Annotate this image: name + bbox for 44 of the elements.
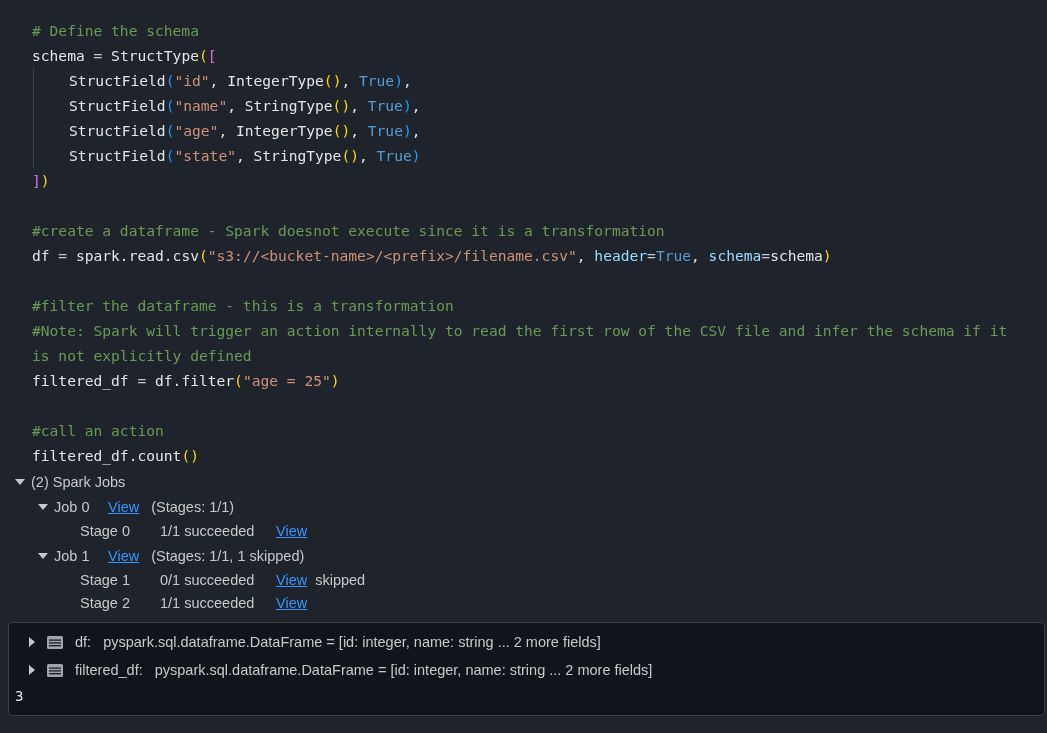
job-summary: (Stages: 1/1) (151, 499, 235, 515)
job-summary: (Stages: 1/1, 1 skipped) (151, 548, 305, 564)
variable-type: pyspark.sql.dataframe.DataFrame = [id: integer, name: string ... 2 more fields] (103, 634, 601, 650)
table-icon (47, 663, 63, 677)
stage-name: Stage 1 (80, 571, 131, 588)
code-line: #call an action (32, 421, 164, 441)
code-line: #create a dataframe - Spark doesnot execute since it is a transformation (32, 221, 665, 241)
view-link[interactable]: View (276, 571, 308, 588)
stage-status: 1/1 succeeded (160, 594, 256, 611)
caret-icon[interactable] (29, 637, 35, 647)
code-line: filtered_df.count() (32, 446, 199, 467)
table-icon (47, 635, 63, 649)
code-line: df = spark.read.csv("s3://<bucket-name>/<prefix>/filename.csv", header=True, schema=schema) (32, 246, 832, 266)
code-line: #filter the dataframe - this is a transformation (32, 296, 454, 316)
caret-icon[interactable] (38, 553, 48, 559)
result-value: 3 (14, 688, 25, 704)
code-line: StructField("state", StringType(), True) (33, 143, 421, 168)
code-line: schema = StructType([ (32, 46, 217, 66)
view-link[interactable]: View (276, 522, 308, 539)
code-line: is not explicitly defined (32, 346, 252, 366)
caret-icon[interactable] (15, 479, 25, 485)
stage-status: 1/1 succeeded (160, 522, 256, 539)
code-line: #Note: Spark will trigger an action internally to read the first row of the CSV file and infer the schema if it (32, 321, 1008, 341)
variable-type: pyspark.sql.dataframe.DataFrame = [id: integer, name: string ... 2 more fields] (154, 662, 653, 678)
spark-jobs-label: (2) Spark Jobs (31, 474, 126, 490)
code-line: ]) (32, 171, 50, 191)
code-line: StructField("age", IntegerType(), True), (33, 118, 421, 143)
variable-name: filtered_df: (75, 662, 143, 678)
code-line: # Define the schema (32, 21, 199, 41)
caret-icon[interactable] (38, 504, 48, 510)
stage-note: skipped (315, 571, 366, 588)
variable-name: df: (75, 634, 92, 650)
job-label: Job 0 (54, 499, 91, 515)
stage-name: Stage 0 (80, 522, 131, 539)
caret-icon[interactable] (29, 665, 35, 675)
view-link[interactable]: View (276, 594, 308, 611)
code-line: filtered_df = df.filter("age = 25") (32, 371, 340, 392)
stage-name: Stage 2 (80, 594, 131, 611)
job-label: Job 1 (54, 548, 91, 564)
view-link[interactable]: View (108, 499, 140, 515)
view-link[interactable]: View (108, 548, 140, 564)
stage-status: 0/1 succeeded (160, 571, 256, 588)
code-line: StructField("name", StringType(), True), (33, 93, 421, 118)
code-line: StructField("id", IntegerType(), True), (33, 68, 412, 93)
